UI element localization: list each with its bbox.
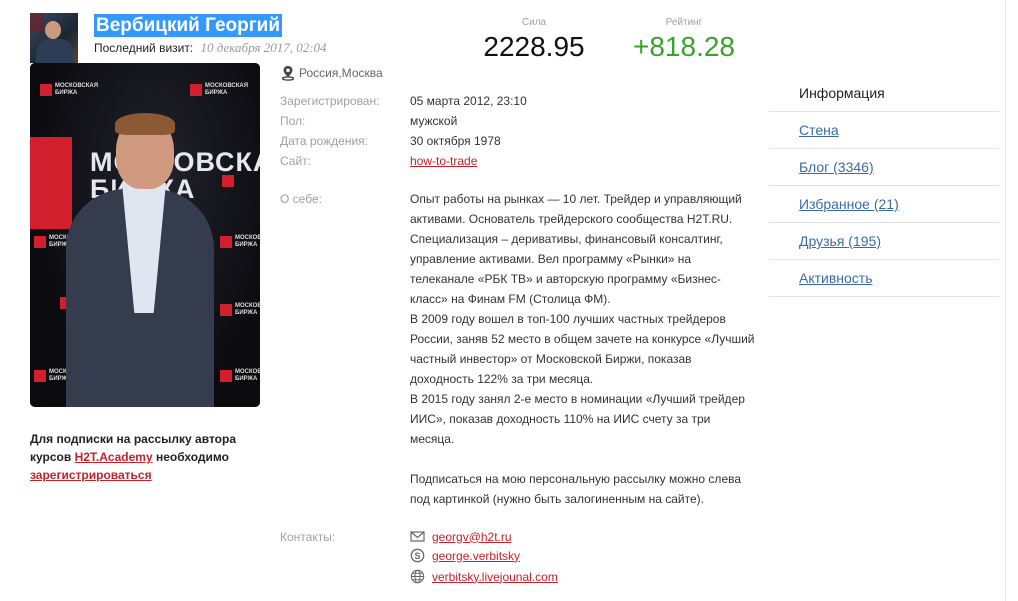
web-link[interactable]: verbitsky.livejounal.com — [432, 570, 558, 584]
skype-link[interactable]: george.verbitsky — [432, 549, 520, 563]
last-visit-label: Последний визит: — [94, 41, 194, 55]
registered-value: 05 марта 2012, 23:10 — [410, 94, 527, 108]
registered-label: Зарегистрирован: — [280, 94, 380, 108]
contacts-label: Контакты: — [280, 530, 336, 544]
contact-web: verbitsky.livejounal.com — [410, 569, 558, 584]
sidebar-item-label: Информация — [799, 85, 885, 101]
about-label: О себе: — [280, 192, 322, 206]
profile-sidebar-nav: Информация Стена Блог (3346) Избранное (… — [769, 75, 999, 297]
location-pin-icon — [281, 66, 295, 81]
globe-icon — [410, 569, 425, 584]
strength-label: Сила — [521, 17, 547, 28]
photo-logo-tile: МОСКОВСКАЯ БИРЖА — [220, 369, 260, 383]
skype-icon: S — [410, 548, 425, 563]
site-link[interactable]: how-to-trade — [410, 154, 477, 168]
about-paragraph: В 2009 году вошел в топ-100 лучших частн… — [410, 312, 755, 386]
contact-skype: S george.verbitsky — [410, 548, 520, 563]
sidebar-item-blog[interactable]: Блог (3346) — [769, 149, 999, 186]
strength-value: 2228.95 — [483, 31, 585, 62]
rating-stat: Рейтинг +818.28 — [620, 17, 748, 63]
rating-value: +818.28 — [633, 31, 735, 62]
photo-person-hair — [115, 113, 175, 135]
email-link[interactable]: georgv@h2t.ru — [432, 530, 512, 544]
birthdate-label: Дата рождения: — [280, 134, 368, 148]
sidebar-item-friends[interactable]: Друзья (195) — [769, 223, 999, 260]
sidebar-item-favorites[interactable]: Избранное (21) — [769, 186, 999, 223]
photo-logo-tile: МОСКОВСКАЯ БИРЖА — [190, 83, 248, 97]
sidebar-item-label: Избранное (21) — [799, 196, 899, 212]
last-visit-date: 10 декабря 2017, 02:04 — [200, 40, 327, 55]
envelope-icon — [410, 531, 425, 542]
site-label: Сайт: — [280, 154, 312, 168]
photo-logo-tile: МОСКОВСКАЯ БИРЖА — [40, 83, 98, 97]
gender-value: мужской — [410, 114, 458, 128]
sidebar-item-wall[interactable]: Стена — [769, 112, 999, 149]
subscribe-text-2: необходимо — [152, 450, 229, 464]
page-right-border — [1005, 0, 1006, 601]
academy-link[interactable]: H2T.Academy — [75, 450, 153, 464]
about-paragraph: В 2015 году занял 2-е место в номинации … — [410, 392, 745, 446]
photo-logo-tile: МОСКОВСКАЯ БИРЖА — [220, 303, 260, 317]
location: Россия,Москва — [281, 65, 383, 81]
avatar[interactable] — [30, 13, 78, 63]
svg-text:S: S — [414, 551, 420, 561]
strength-stat: Сила 2228.95 — [470, 17, 598, 63]
about-text: Опыт работы на рынках — 10 лет. Трейдер … — [410, 189, 755, 509]
about-paragraph: Опыт работы на рынках — 10 лет. Трейдер … — [410, 192, 742, 306]
profile-photo: МОСКОВСКАЯ БИРЖА МОСКОВСКАЯ БИРЖА МОСКОВ… — [30, 63, 260, 407]
about-paragraph: Подписаться на мою персональную рассылку… — [410, 472, 742, 506]
sidebar-item-label: Блог (3346) — [799, 159, 874, 175]
last-visit: Последний визит: 10 декабря 2017, 02:04 — [94, 40, 327, 56]
register-link[interactable]: зарегистрироваться — [30, 468, 152, 482]
contact-email: georgv@h2t.ru — [410, 529, 512, 544]
birthdate-value: 30 октября 1978 — [410, 134, 501, 148]
sidebar-item-activity[interactable]: Активность — [769, 260, 999, 297]
rating-label: Рейтинг — [665, 17, 703, 28]
subscribe-notice: Для подписки на рассылку автора курсов H… — [30, 430, 265, 484]
sidebar-item-label: Стена — [799, 122, 839, 138]
sidebar-item-label: Активность — [799, 270, 873, 286]
sidebar-item-label: Друзья (195) — [799, 233, 881, 249]
photo-big-logo — [30, 137, 72, 229]
profile-name: Вербицкий Георгий — [94, 14, 282, 37]
gender-label: Пол: — [280, 114, 306, 128]
location-text: Россия,Москва — [299, 66, 383, 80]
photo-logo-tile: МОСКОВСКАЯ БИРЖА — [220, 235, 260, 249]
sidebar-item-info[interactable]: Информация — [769, 75, 999, 112]
